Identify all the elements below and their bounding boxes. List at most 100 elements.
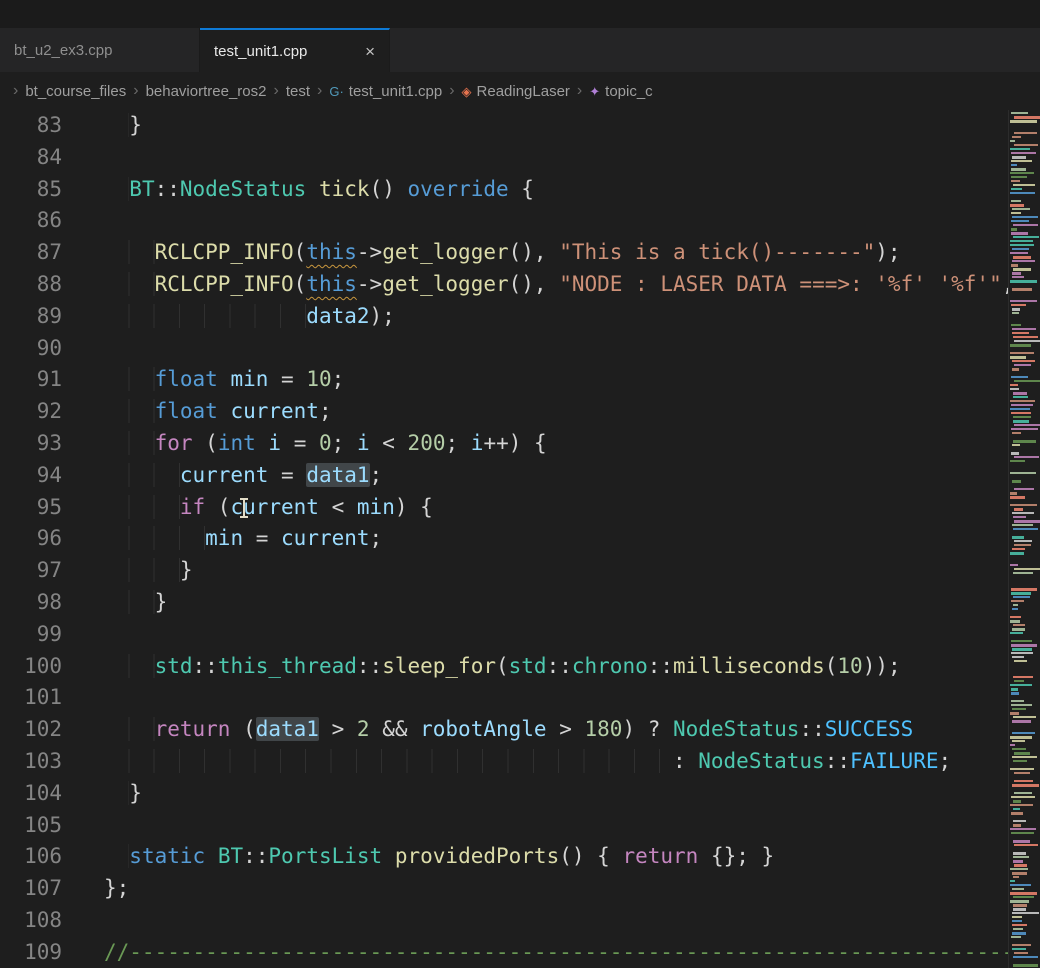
line-number[interactable]: 90 — [0, 333, 62, 365]
line-number[interactable]: 109 — [0, 937, 62, 968]
code-line[interactable]: 90 — [0, 333, 1008, 365]
minimap-line — [1011, 832, 1034, 834]
code-line[interactable]: 93 for (int i = 0; i < 200; i++) { — [0, 428, 1008, 460]
code-line[interactable]: 99 — [0, 619, 1008, 651]
line-number[interactable]: 93 — [0, 428, 62, 460]
line-number[interactable]: 87 — [0, 237, 62, 269]
minimap-line — [1011, 164, 1017, 166]
minimap-line — [1013, 336, 1038, 338]
line-content: if (current < min) { — [62, 492, 433, 524]
code-line[interactable]: 87 RCLCPP_INFO(this->get_logger(), "This… — [0, 237, 1008, 269]
code-line[interactable]: 95 if (current < min) { — [0, 492, 1008, 524]
line-number[interactable]: 106 — [0, 841, 62, 873]
line-number[interactable]: 94 — [0, 460, 62, 492]
minimap[interactable] — [1008, 110, 1040, 968]
code-line[interactable]: 103 : NodeStatus::FAILURE; — [0, 746, 1008, 778]
tab-test_unit1.cpp[interactable]: test_unit1.cpp× — [200, 28, 390, 72]
line-number[interactable]: 99 — [0, 619, 62, 651]
code-line[interactable]: 85 BT::NodeStatus tick() override { — [0, 174, 1008, 206]
breadcrumb-item-ReadingLaser[interactable]: ◈ReadingLaser — [462, 83, 570, 100]
line-content: float min = 10; — [62, 364, 344, 396]
code-line[interactable]: 83 } — [0, 110, 1008, 142]
line-number[interactable]: 88 — [0, 269, 62, 301]
minimap-line — [1013, 268, 1031, 271]
minimap-line — [1014, 772, 1030, 774]
line-number[interactable]: 97 — [0, 555, 62, 587]
minimap-line — [1013, 224, 1038, 226]
line-number[interactable]: 85 — [0, 174, 62, 206]
minimap-line — [1012, 332, 1029, 334]
minimap-line — [1014, 844, 1038, 846]
line-content: static BT::PortsList providedPorts() { r… — [62, 841, 774, 873]
line-content: data2); — [62, 301, 395, 333]
code-line[interactable]: 84 — [0, 142, 1008, 174]
line-number[interactable]: 91 — [0, 364, 62, 396]
minimap-line — [1010, 616, 1021, 618]
line-number[interactable]: 95 — [0, 492, 62, 524]
breadcrumb-item-test[interactable]: test — [286, 83, 310, 100]
line-number[interactable]: 107 — [0, 873, 62, 905]
minimap-line — [1013, 396, 1028, 398]
code-line[interactable]: 107}; — [0, 873, 1008, 905]
close-icon[interactable]: × — [365, 43, 375, 60]
breadcrumb-item-topic_c[interactable]: ✦topic_c — [589, 83, 652, 100]
minimap-line — [1011, 600, 1024, 602]
minimap-line — [1011, 160, 1032, 162]
code-line[interactable]: 92 float current; — [0, 396, 1008, 428]
line-content: std::this_thread::sleep_for(std::chrono:… — [62, 651, 901, 683]
line-number[interactable]: 103 — [0, 746, 62, 778]
minimap-line — [1013, 908, 1026, 911]
line-content: } — [62, 587, 167, 619]
minimap-line — [1010, 148, 1030, 150]
code-line[interactable]: 88 RCLCPP_INFO(this->get_logger(), "NODE… — [0, 269, 1008, 301]
code-line[interactable]: 97 } — [0, 555, 1008, 587]
line-number[interactable]: 101 — [0, 682, 62, 714]
minimap-line — [1012, 656, 1024, 658]
code-line[interactable]: 91 float min = 10; — [0, 364, 1008, 396]
class-icon: ◈ — [462, 85, 472, 98]
line-number[interactable]: 84 — [0, 142, 62, 174]
line-number[interactable]: 83 — [0, 110, 62, 142]
minimap-line — [1014, 752, 1030, 755]
line-content: current = data1; — [62, 460, 382, 492]
minimap-line — [1011, 704, 1032, 706]
line-number[interactable]: 89 — [0, 301, 62, 333]
line-number[interactable]: 98 — [0, 587, 62, 619]
breadcrumb-item-test_unit1.cpp[interactable]: G·test_unit1.cpp — [329, 83, 442, 100]
breadcrumb-item-behaviortree_ros2[interactable]: behaviortree_ros2 — [146, 83, 267, 100]
code-line[interactable]: 108 — [0, 905, 1008, 937]
code-line[interactable]: 106 static BT::PortsList providedPorts()… — [0, 841, 1008, 873]
line-number[interactable]: 105 — [0, 810, 62, 842]
line-number[interactable]: 96 — [0, 523, 62, 555]
minimap-line — [1013, 716, 1036, 718]
breadcrumb-item-bt_course_files[interactable]: bt_course_files — [25, 83, 126, 100]
minimap-line — [1010, 884, 1031, 886]
line-number[interactable]: 108 — [0, 905, 62, 937]
minimap-line — [1012, 748, 1026, 750]
line-number[interactable]: 104 — [0, 778, 62, 810]
code-line[interactable]: 102 return (data1 > 2 && robotAngle > 18… — [0, 714, 1008, 746]
line-number[interactable]: 100 — [0, 651, 62, 683]
code-line[interactable]: 86 — [0, 205, 1008, 237]
code-line[interactable]: 104 } — [0, 778, 1008, 810]
code-line[interactable]: 94 current = data1; — [0, 460, 1008, 492]
code-line[interactable]: 98 } — [0, 587, 1008, 619]
minimap-line — [1012, 524, 1033, 526]
line-content: } — [62, 555, 193, 587]
tab-bt_u2_ex3.cpp[interactable]: bt_u2_ex3.cpp — [0, 28, 200, 72]
code-line[interactable]: 105 — [0, 810, 1008, 842]
line-number[interactable]: 86 — [0, 205, 62, 237]
code-editor[interactable]: 83 }8485 BT::NodeStatus tick() override … — [0, 110, 1008, 968]
line-content: } — [62, 778, 142, 810]
code-line[interactable]: 109//-----------------------------------… — [0, 937, 1008, 968]
line-number[interactable]: 102 — [0, 714, 62, 746]
code-line[interactable]: 89 data2); — [0, 301, 1008, 333]
minimap-line — [1012, 288, 1032, 291]
line-number[interactable]: 92 — [0, 396, 62, 428]
breadcrumb: ›bt_course_files›behaviortree_ros2›test›… — [0, 72, 1040, 110]
code-line[interactable]: 96 min = current; — [0, 523, 1008, 555]
code-line[interactable]: 101 — [0, 682, 1008, 714]
minimap-line — [1013, 392, 1027, 395]
code-line[interactable]: 100 std::this_thread::sleep_for(std::chr… — [0, 651, 1008, 683]
minimap-line — [1011, 812, 1023, 815]
